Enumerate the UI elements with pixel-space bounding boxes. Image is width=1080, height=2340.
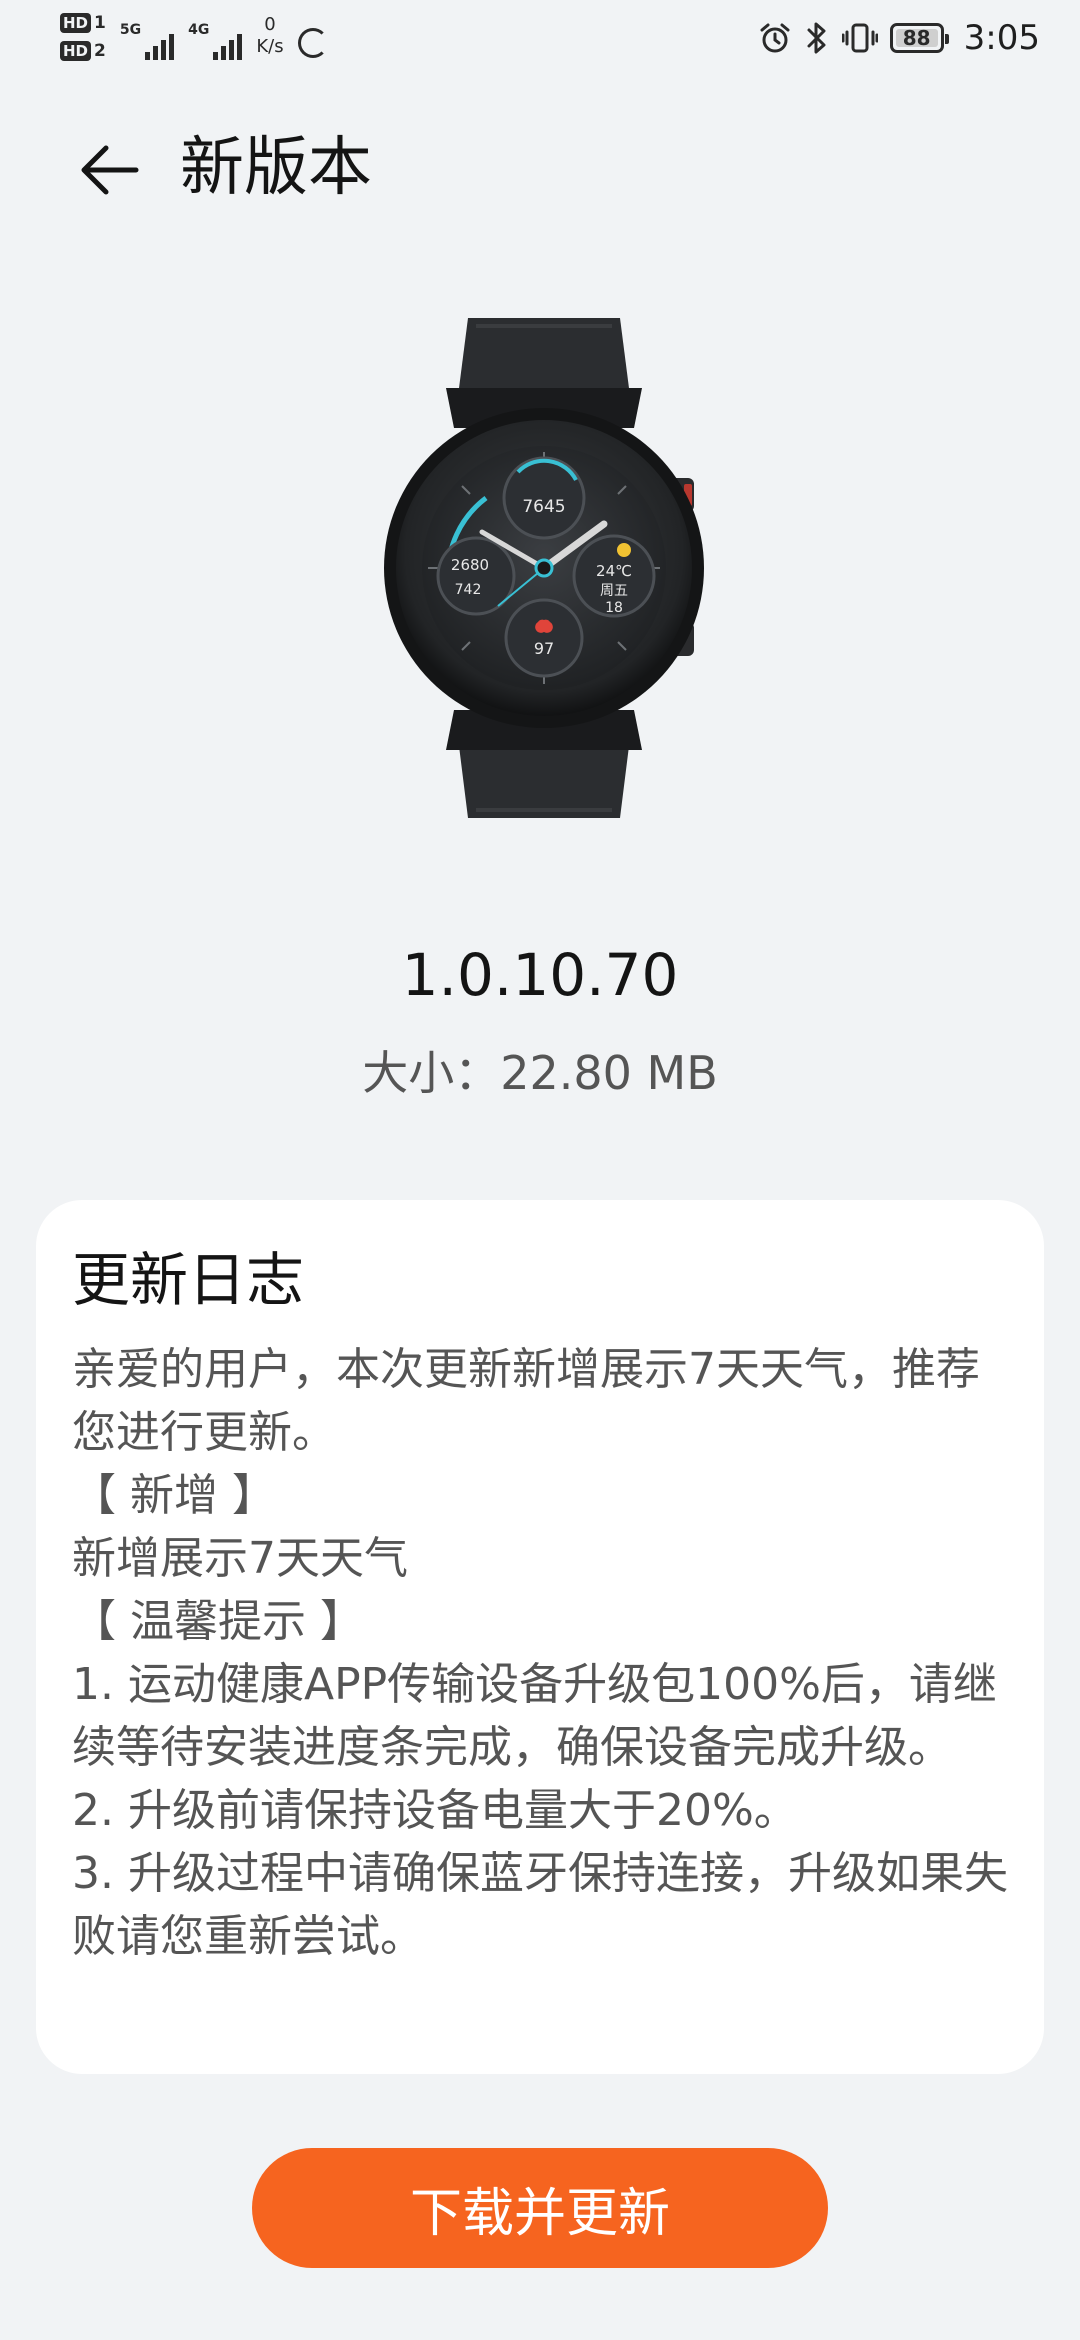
network-type-1: 5G [119, 22, 142, 38]
changelog-line: 【 温馨提示 】 [72, 1596, 364, 1647]
loading-icon [297, 28, 328, 58]
sim2-hd-label: HD [60, 41, 92, 61]
sim1-number: 1 [94, 13, 106, 33]
sim-indicators: HD 1 HD 2 [60, 12, 106, 62]
vibrate-icon [841, 23, 878, 53]
signal-bars-2 [213, 30, 243, 60]
changelog-line: 亲爱的用户，本次更新新增展示7天天气，推荐您进行更新。 [72, 1344, 980, 1458]
status-right: 88 3:05 [758, 18, 1040, 58]
back-arrow-icon [81, 145, 139, 195]
bluetooth-icon [807, 22, 826, 54]
page-title: 新版本 [180, 131, 372, 205]
changelog-line: 1. 运动健康APP传输设备升级包100%后，请继续等待安装进度条完成，确保设备… [72, 1659, 997, 1773]
changelog-line: 【 新增 】 [72, 1470, 276, 1521]
sim2-number: 2 [94, 41, 106, 61]
watch-date: 18 [605, 600, 623, 616]
changelog-line: 3. 升级过程中请确保蓝牙保持连接，升级如果失败请您重新尝试。 [72, 1848, 1008, 1962]
status-left: HD 1 HD 2 5G 4G 0 K/s [60, 12, 328, 62]
speed-value: 0 [264, 14, 276, 35]
changelog-card: 更新日志 亲爱的用户，本次更新新增展示7天天气，推荐您进行更新。 【 新增 】 … [36, 1200, 1044, 2074]
watch-steps: 7645 [522, 497, 565, 517]
changelog-title: 更新日志 [72, 1246, 305, 1314]
package-size: 大小：22.80 MB [362, 1046, 718, 1100]
battery-icon: 88 [889, 23, 949, 53]
watch-weekday: 周五 [600, 583, 628, 599]
changelog-line: 2. 升级前请保持设备电量大于20%。 [72, 1785, 798, 1836]
signal-bars-1 [145, 30, 175, 60]
sun-icon [617, 543, 631, 557]
battery-level: 88 [902, 26, 931, 50]
watch-distance: 742 [455, 582, 482, 598]
download-update-button[interactable]: 下载并更新 [252, 2148, 828, 2268]
hd-icon: HD 1 [60, 12, 106, 34]
alarm-icon [760, 23, 790, 53]
watch-image: 7645 2680 742 24℃ 周五 18 97 [384, 318, 704, 818]
watch-heart-rate: 97 [534, 639, 554, 658]
hd-icon: HD 2 [60, 40, 106, 62]
watch-temperature: 24℃ [596, 562, 632, 580]
signal-icon: 5G [119, 16, 175, 60]
network-speed: 0 K/s [256, 14, 283, 58]
sim1-hd-label: HD [60, 13, 92, 33]
watch-calories: 2680 [451, 556, 489, 574]
speed-unit: K/s [256, 36, 284, 57]
network-type-2: 4G [188, 22, 210, 38]
changelog-body: 亲爱的用户，本次更新新增展示7天天气，推荐您进行更新。 【 新增 】 新增展示7… [72, 1338, 1008, 1968]
version-number: 1.0.10.70 [401, 941, 679, 1009]
back-button[interactable] [60, 120, 160, 220]
signal-icon: 4G [188, 16, 243, 60]
status-time: 3:05 [963, 18, 1040, 58]
status-bar: HD 1 HD 2 5G 4G 0 K/s 88 3:05 [0, 0, 1080, 80]
changelog-line: 新增展示7天天气 [72, 1533, 408, 1584]
